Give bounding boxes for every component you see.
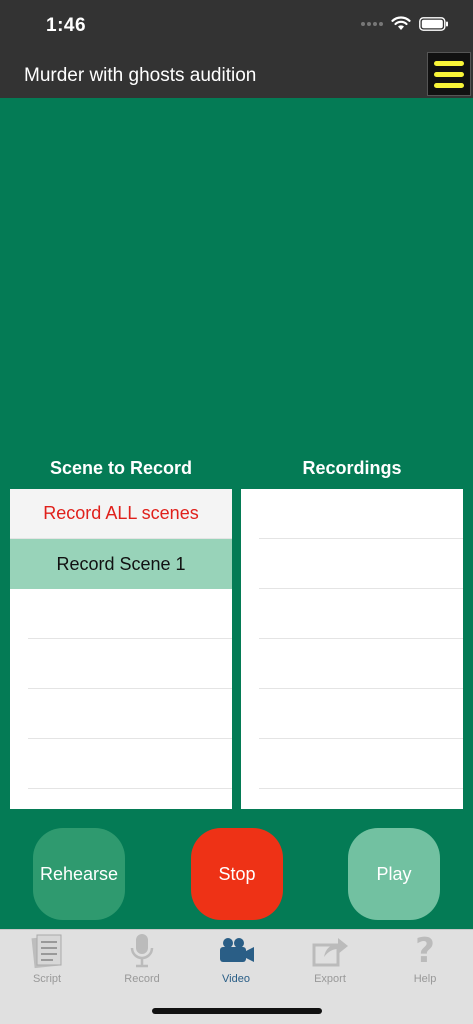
home-indicator (152, 1008, 322, 1014)
tab-video[interactable]: Video (189, 932, 283, 990)
record-scene-1-row[interactable]: Record Scene 1 (10, 539, 232, 589)
list-item (259, 639, 463, 689)
help-icon: ? (415, 931, 435, 971)
rehearse-button[interactable]: Rehearse (33, 828, 125, 920)
scene-panel-title: Scene to Record (49, 458, 193, 478)
list-item (259, 689, 463, 739)
stop-button[interactable]: Stop (191, 828, 283, 920)
tab-export[interactable]: Export (283, 932, 377, 990)
tab-record[interactable]: Record (95, 932, 189, 990)
navigation-bar: Murder with ghosts audition (0, 52, 473, 98)
script-icon (27, 932, 67, 970)
status-time: 1:46 (46, 15, 87, 36)
video-camera-icon (216, 932, 256, 970)
record-all-scenes-row[interactable]: Record ALL scenes (10, 489, 232, 539)
tab-script[interactable]: Script (0, 932, 94, 990)
tab-label: Script (32, 973, 62, 985)
tab-label: Video (222, 973, 250, 985)
list-item (259, 489, 463, 539)
list-item (28, 739, 232, 789)
list-item (259, 589, 463, 639)
menu-button[interactable] (427, 52, 471, 96)
video-preview-area (0, 98, 473, 448)
recordings-panel-title: Recordings (302, 458, 402, 478)
status-bar: 1:46 (0, 0, 473, 52)
play-button[interactable]: Play (348, 828, 440, 920)
menu-icon-line (434, 82, 464, 88)
list-item (28, 689, 232, 739)
cellular-signal-icon (361, 21, 383, 26)
tab-label: Export (314, 973, 346, 985)
recordings-list[interactable] (241, 489, 463, 809)
list-item (28, 639, 232, 689)
menu-icon-line (434, 71, 464, 77)
page-title: Murder with ghosts audition (24, 65, 257, 86)
list-item (28, 589, 232, 639)
list-item (259, 539, 463, 589)
menu-icon-line (434, 60, 464, 66)
tab-help[interactable]: ? Help (378, 931, 472, 990)
tab-label: Record (124, 973, 160, 985)
scene-list[interactable]: Record ALL scenes Record Scene 1 (10, 489, 232, 809)
export-icon (310, 932, 350, 970)
microphone-icon (122, 932, 162, 970)
status-indicators (361, 16, 449, 31)
list-item (259, 739, 463, 789)
wifi-icon (391, 16, 411, 30)
tab-label: Help (413, 973, 437, 985)
battery-icon (419, 16, 448, 31)
